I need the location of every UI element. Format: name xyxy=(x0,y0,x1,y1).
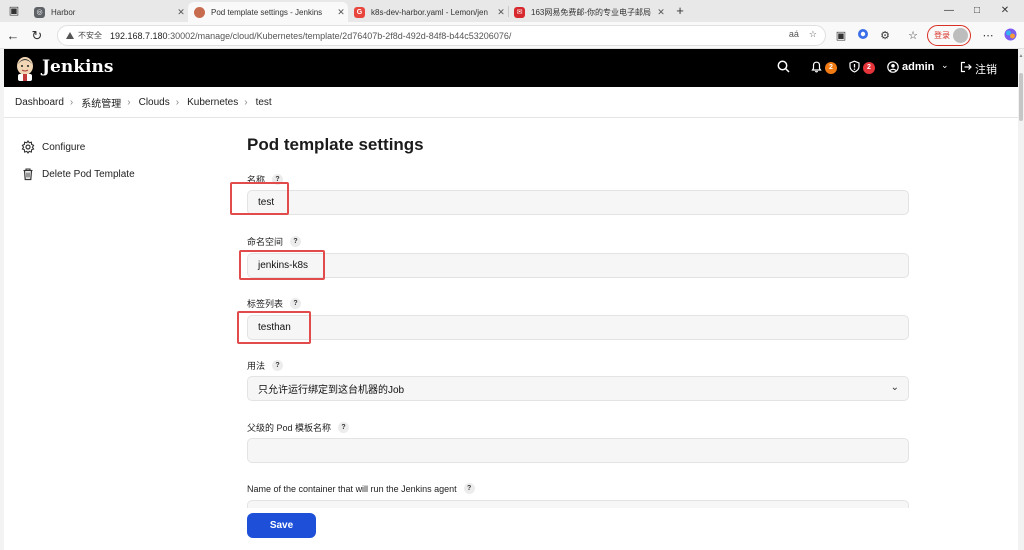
maximize-icon[interactable]: □ xyxy=(964,3,990,19)
gear-icon xyxy=(21,140,35,154)
jenkins-favicon-icon xyxy=(194,6,205,18)
highlight-annotation xyxy=(239,250,325,280)
labels-field[interactable]: testhan xyxy=(247,315,909,340)
help-icon[interactable]: ? xyxy=(272,360,284,371)
browser-tab-strip: ▣ ◎ Harbor ✕ Pod template settings - Jen… xyxy=(0,0,1024,22)
address-bar[interactable]: 不安全 192.168.7.180:30002/manage/cloud/Kub… xyxy=(57,25,826,46)
chevron-down-icon: ⌄ xyxy=(890,382,899,393)
minimize-icon[interactable]: — xyxy=(936,3,962,19)
labels-label: 标签列表 ? xyxy=(247,297,302,310)
close-tab-icon[interactable]: ✕ xyxy=(654,7,668,18)
namespace-field[interactable]: jenkins-k8s xyxy=(247,253,909,278)
tab-title: 163网易免费邮-你的专业电子邮局 xyxy=(531,7,652,17)
harbor-favicon-icon: ◎ xyxy=(34,6,45,18)
security-badge: 2 xyxy=(863,62,875,74)
logout-link[interactable]: 注销 xyxy=(975,61,997,77)
close-window-icon[interactable]: ✕ xyxy=(992,3,1018,19)
help-icon[interactable]: ? xyxy=(290,236,302,247)
breadcrumb-dashboard[interactable]: Dashboard xyxy=(15,97,64,108)
extension-circle-icon[interactable] xyxy=(855,28,871,44)
usage-selected-value: 只允许运行绑定到这台机器的Job xyxy=(258,385,405,396)
warning-icon xyxy=(66,32,74,39)
sidebar-item-delete-pod-template[interactable]: Delete Pod Template xyxy=(21,167,135,181)
jenkins-page: Jenkins 2 2 admin ⌄ 注销 Dashboard › 系统管理 … xyxy=(4,49,1018,550)
save-button[interactable]: Save xyxy=(247,513,316,538)
login-label: 登录 xyxy=(934,31,950,40)
copilot-icon[interactable] xyxy=(1002,28,1018,44)
usage-label: 用法 ? xyxy=(247,359,284,372)
tab-gitee-yaml[interactable]: G k8s-dev-harbor.yaml - Lemon/jen ✕ xyxy=(348,2,508,22)
tab-title: Pod template settings - Jenkins xyxy=(211,7,323,17)
not-secure-indicator[interactable]: 不安全 xyxy=(66,30,102,41)
page-scrollbar[interactable]: ▲ xyxy=(1018,49,1024,550)
container-name-field[interactable] xyxy=(247,500,909,508)
parent-template-field[interactable] xyxy=(247,438,909,463)
tab-title: k8s-dev-harbor.yaml - Lemon/jen xyxy=(371,7,488,17)
favorite-star-icon[interactable]: ☆ xyxy=(809,29,817,40)
breadcrumb-test[interactable]: test xyxy=(256,97,272,108)
tab-harbor[interactable]: ◎ Harbor ✕ xyxy=(28,2,188,22)
breadcrumb-clouds[interactable]: Clouds xyxy=(139,97,170,108)
chevron-down-icon[interactable]: ⌄ xyxy=(941,60,949,71)
tab-pod-template-settings[interactable]: Pod template settings - Jenkins ✕ xyxy=(188,2,348,22)
help-icon[interactable]: ? xyxy=(338,422,350,433)
browser-toolbar: ← ↻ 不安全 192.168.7.180:30002/manage/cloud… xyxy=(0,22,1024,49)
scrollbar-thumb[interactable] xyxy=(1019,73,1023,121)
user-menu-button[interactable]: admin xyxy=(902,61,934,73)
sidebar-item-configure[interactable]: Configure xyxy=(21,140,85,154)
tab-title: Harbor xyxy=(51,7,76,17)
sidebar-item-label: Configure xyxy=(42,141,86,153)
help-icon[interactable]: ? xyxy=(290,298,302,309)
gitee-favicon-icon: G xyxy=(354,6,365,18)
split-screen-icon[interactable]: ▣ xyxy=(833,28,849,44)
url-text[interactable]: 192.168.7.180:30002/manage/cloud/Kuberne… xyxy=(110,31,511,41)
chevron-right-icon: › xyxy=(175,97,180,108)
favorites-icon[interactable]: ☆ xyxy=(905,28,921,44)
profile-avatar xyxy=(953,28,968,43)
help-icon[interactable]: ? xyxy=(463,483,475,494)
tab-actions-icon[interactable]: ▣ xyxy=(6,3,22,19)
search-icon[interactable] xyxy=(777,60,790,76)
close-tab-icon[interactable]: ✕ xyxy=(494,7,508,18)
jenkins-brand[interactable]: Jenkins xyxy=(42,57,113,77)
notifications-bell-icon[interactable] xyxy=(810,60,823,76)
page-title: Pod template settings xyxy=(247,135,424,154)
logout-icon[interactable] xyxy=(960,61,972,76)
breadcrumb-manage[interactable]: 系统管理 xyxy=(81,95,121,110)
breadcrumb-kubernetes[interactable]: Kubernetes xyxy=(187,97,238,108)
extensions-puzzle-icon[interactable]: ⚙ xyxy=(877,28,893,44)
chevron-right-icon: › xyxy=(127,97,131,108)
namespace-label: 命名空间 ? xyxy=(247,235,302,248)
new-tab-button[interactable]: + xyxy=(672,3,688,19)
tab-163-mail[interactable]: ✉ 163网易免费邮-你的专业电子邮局 ✕ xyxy=(508,2,668,22)
translate-icon[interactable]: aá xyxy=(789,29,799,40)
container-name-label: Name of the container that will run the … xyxy=(247,483,475,494)
chevron-right-icon: › xyxy=(244,97,248,108)
breadcrumb-divider xyxy=(4,117,1018,118)
close-tab-icon[interactable]: ✕ xyxy=(334,7,348,18)
mail-favicon-icon: ✉ xyxy=(514,6,525,18)
chevron-right-icon: › xyxy=(69,97,74,108)
highlight-annotation xyxy=(230,182,289,215)
name-field[interactable]: test xyxy=(247,190,909,215)
back-arrow-icon[interactable]: ← xyxy=(5,28,21,44)
parent-template-label: 父级的 Pod 模板名称 ? xyxy=(247,421,350,434)
not-secure-label: 不安全 xyxy=(78,31,102,40)
security-shield-icon[interactable] xyxy=(848,60,861,76)
jenkins-header: Jenkins 2 2 admin ⌄ 注销 xyxy=(4,49,1018,87)
sidebar-item-label: Delete Pod Template xyxy=(42,168,135,180)
breadcrumb: Dashboard › 系统管理 › Clouds › Kubernetes ›… xyxy=(15,95,278,110)
close-tab-icon[interactable]: ✕ xyxy=(174,7,188,18)
scroll-up-icon[interactable]: ▲ xyxy=(1018,53,1024,59)
highlight-annotation xyxy=(237,311,311,344)
reload-icon[interactable]: ↻ xyxy=(29,28,45,44)
notifications-badge: 2 xyxy=(825,62,837,74)
user-avatar-icon[interactable] xyxy=(887,61,899,76)
jenkins-logo-icon[interactable] xyxy=(14,55,36,81)
trash-icon xyxy=(21,167,35,181)
usage-select[interactable]: 只允许运行绑定到这台机器的Job ⌄ xyxy=(247,376,909,401)
more-menu-icon[interactable]: ⋯ xyxy=(980,28,996,44)
login-button[interactable]: 登录 xyxy=(927,25,971,46)
